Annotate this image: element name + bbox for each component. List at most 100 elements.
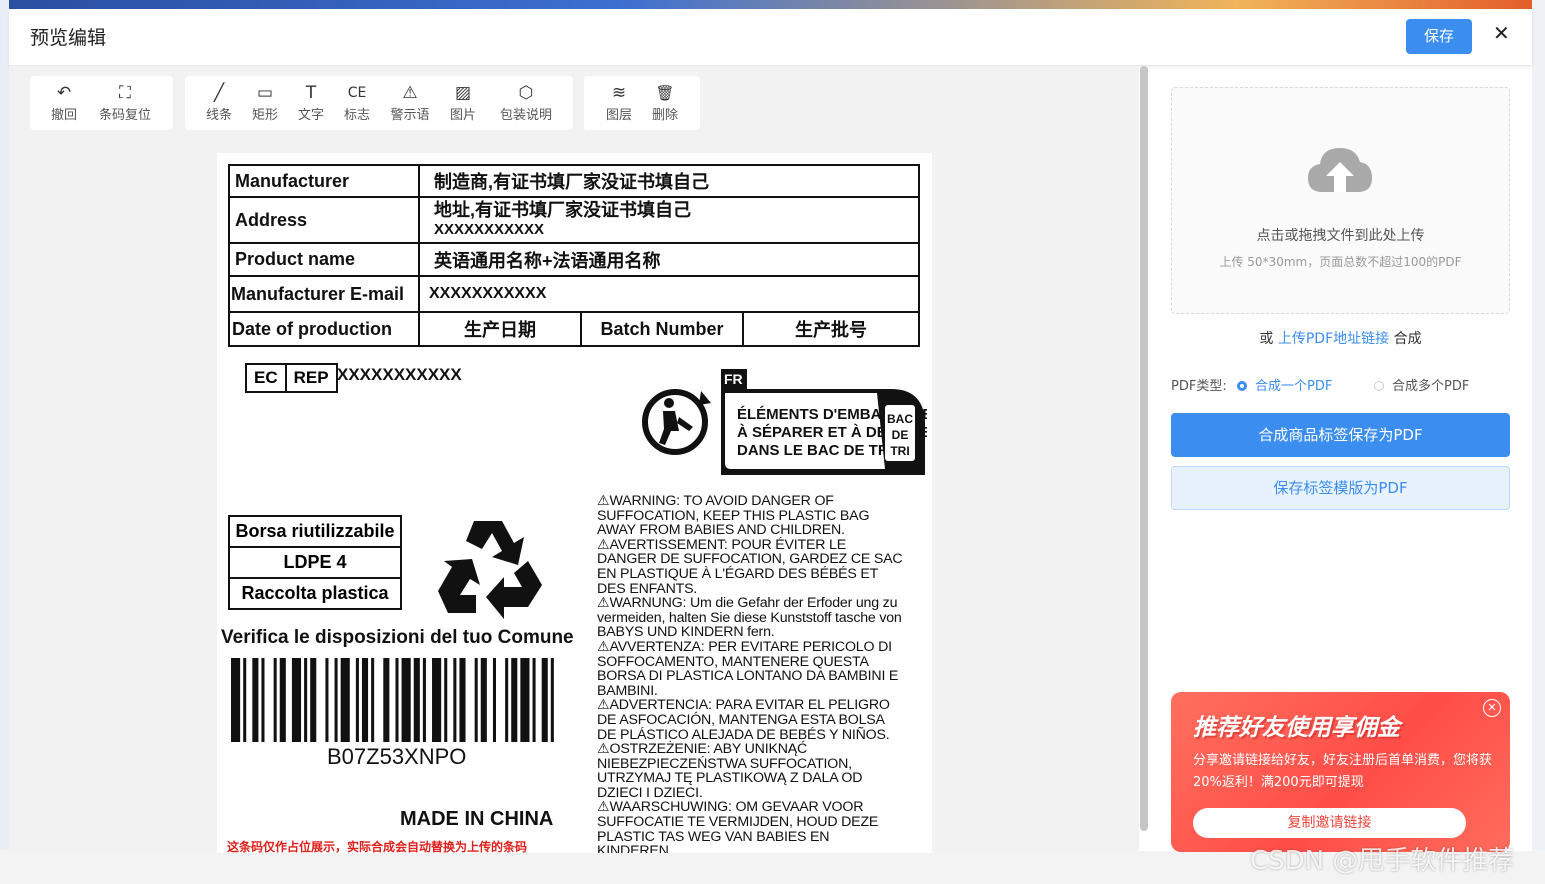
close-icon[interactable]: ✕ bbox=[1493, 21, 1510, 45]
barcode-bar bbox=[310, 658, 317, 742]
warning-line: ⚠AVERTISSEMENT: POUR ÉVITER LE bbox=[597, 536, 847, 553]
tool-label: 矩形 bbox=[251, 108, 278, 123]
warning-line: PLASTIC TAS WEG VAN BABIES EN bbox=[597, 828, 830, 845]
warning-line: BABYS UND KINDERN fern. bbox=[597, 624, 775, 641]
barcode-bar bbox=[340, 658, 350, 742]
barcode-bar bbox=[243, 658, 247, 742]
triman-fr: FR bbox=[724, 371, 743, 387]
verifica-text: Verifica le disposizioni del tuo Comune bbox=[221, 627, 574, 648]
upload-pdf-url-link[interactable]: 上传PDF地址链接 bbox=[1278, 331, 1389, 347]
radio-checked-icon bbox=[1237, 381, 1247, 391]
copy-invite-link-button[interactable]: 复制邀请链接 bbox=[1193, 808, 1466, 838]
made-in-text: MADE IN CHINA bbox=[400, 808, 554, 830]
tool-label: 图层 bbox=[605, 108, 632, 123]
tool-layers[interactable]: ≋ 图层 bbox=[598, 82, 640, 123]
borsa-table: Borsa riutilizzabile LDPE 4 Raccolta pla… bbox=[228, 515, 402, 610]
tool-package[interactable]: ⬡ 包装说明 bbox=[489, 82, 563, 123]
pdf-upload-dropzone[interactable]: 点击或拖拽文件到此处上传 上传 50*30mm，页面总数不超过100的PDF bbox=[1171, 87, 1510, 314]
upload-main-text: 点击或拖拽文件到此处上传 bbox=[1256, 228, 1425, 244]
warning-line: DE ASFOCACIÓN, MANTENGA ESTA BOLSA bbox=[597, 711, 885, 728]
tool-label: 线条 bbox=[205, 108, 232, 123]
barcode-bar bbox=[361, 658, 369, 742]
layers-icon: ≋ bbox=[611, 83, 627, 103]
label-info-table: Manufacturer 制造商,有证书填厂家没证书填自己 Address 地址… bbox=[228, 164, 920, 347]
barcode-bar bbox=[273, 658, 277, 742]
barcode-bar bbox=[291, 658, 302, 742]
save-button[interactable]: 保存 bbox=[1406, 19, 1472, 54]
label-canvas[interactable]: Manufacturer 制造商,有证书填厂家没证书填自己 Address 地址… bbox=[217, 153, 932, 853]
triman-line3: DANS LE BAC DE TRI bbox=[737, 442, 893, 459]
bin-text-2: DE bbox=[892, 428, 909, 442]
tool-barcode-reset[interactable]: ⛶ 条码复位 bbox=[90, 82, 160, 123]
barcode-bar bbox=[325, 658, 329, 742]
editor-scrollbar[interactable] bbox=[1140, 66, 1148, 831]
barcode-bar bbox=[541, 658, 548, 742]
manufacturer-key: Manufacturer bbox=[228, 164, 420, 198]
barcode-image[interactable] bbox=[231, 658, 563, 742]
warning-line: ⚠WARNING: TO AVOID DANGER OF bbox=[597, 493, 834, 509]
barcode-bar bbox=[355, 658, 359, 742]
save-template-pdf-button[interactable]: 保存标签模版为PDF bbox=[1171, 466, 1510, 510]
product-name-value: 英语通用名称+法语通用名称 bbox=[418, 242, 920, 277]
warning-line: DZIECI I DZIECI. bbox=[597, 784, 703, 801]
tool-mark[interactable]: CE 标志 bbox=[337, 82, 377, 123]
tool-label: 包装说明 bbox=[499, 108, 552, 123]
barcode-bar bbox=[422, 658, 426, 742]
warning-line: DE PLÁSTICO ALEJADA DE BEBÉS Y NIÑOS. bbox=[597, 726, 890, 743]
trash-icon: 🗑 bbox=[655, 84, 675, 102]
warning-line: SOFFOCAMENTO, MANTENERE QUESTA bbox=[597, 653, 869, 670]
barcode-bar bbox=[334, 658, 338, 742]
toolbar-group-history: ↶ 撤回 ⛶ 条码复位 bbox=[30, 76, 173, 130]
warning-line: vermeiden, halten Sie diese Kunststoff t… bbox=[597, 609, 902, 626]
bin-text-1: BAC bbox=[887, 412, 913, 426]
recycle-icon bbox=[438, 521, 542, 619]
warning-line: BORSA DI PLASTICA LONTANO DA BAMBINI E bbox=[597, 668, 899, 685]
ec-rep-value: XXXXXXXXXXX bbox=[337, 365, 462, 384]
borsa-line-2: LDPE 4 bbox=[228, 546, 402, 579]
barcode-bar bbox=[474, 658, 478, 742]
barcode-bar bbox=[453, 658, 457, 742]
barcode-bar bbox=[550, 658, 554, 742]
compose-text: 合成 bbox=[1393, 331, 1422, 347]
tool-label: 删除 bbox=[651, 108, 678, 123]
barcode-bar bbox=[231, 658, 241, 742]
warning-icon: ⚠ bbox=[402, 83, 418, 103]
promo-close-icon[interactable]: ✕ bbox=[1483, 699, 1501, 717]
tool-line[interactable]: ╱ 线条 bbox=[199, 82, 239, 123]
tool-rectangle[interactable]: ▭ 矩形 bbox=[245, 82, 285, 123]
warning-text-block: ⚠WARNING: TO AVOID DANGER OF SUFFOCATION,… bbox=[597, 494, 927, 853]
tool-image[interactable]: ▨ 图片 bbox=[443, 82, 483, 123]
manufacturer-value: 制造商,有证书填厂家没证书填自己 bbox=[418, 164, 920, 198]
promo-title: 推荐好友使用享佣金 bbox=[1193, 715, 1400, 741]
warning-line: UTRZYMAJ TĘ PLASTIKOWĄ Z DALA OD bbox=[597, 770, 863, 787]
date-value: 生产日期 bbox=[418, 311, 582, 347]
barcode-bar bbox=[492, 658, 496, 742]
barcode-bar bbox=[511, 658, 518, 742]
radio-multi-pdf[interactable]: 合成多个PDF bbox=[1374, 375, 1469, 394]
barcode-bar bbox=[371, 658, 375, 742]
referral-promo-card: 推荐好友使用享佣金 ✕ 分享邀请链接给好友，好友注册后首单消费，您将获20%返利… bbox=[1171, 692, 1510, 852]
ec-rep-mark: EC REP bbox=[245, 363, 338, 393]
tool-label: 条码复位 bbox=[98, 108, 151, 123]
warning-line: ⚠ADVERTENCIA: PARA EVITAR EL PELIGRO bbox=[597, 697, 890, 714]
tool-delete[interactable]: 🗑 删除 bbox=[644, 82, 686, 123]
barcode-reset-icon: ⛶ bbox=[119, 83, 131, 103]
editor-area: ↶ 撤回 ⛶ 条码复位 ╱ 线条 ▭ 矩形 T 文字 CE 标志 ⚠ 警示语 ▨… bbox=[9, 66, 1139, 853]
barcode-bar bbox=[395, 658, 399, 742]
radio-label: 合成多个PDF bbox=[1392, 379, 1470, 394]
warning-line: KINDEREN. bbox=[597, 843, 673, 853]
address-value: 地址,有证书填厂家没证书填自己 XXXXXXXXXXX bbox=[418, 196, 920, 244]
radio-single-pdf[interactable]: 合成一个PDF bbox=[1237, 375, 1332, 394]
warning-line: NIEBEZPIECZEŃSTWA SUFFOCATION, bbox=[597, 755, 852, 772]
tool-warning[interactable]: ⚠ 警示语 bbox=[383, 82, 437, 123]
tool-undo[interactable]: ↶ 撤回 bbox=[44, 82, 84, 123]
warning-line: ⚠OSTRZEŻENIE: ABY UNIKNĄĆ bbox=[597, 741, 808, 758]
barcode-bar bbox=[505, 658, 509, 742]
line-icon: ╱ bbox=[213, 83, 225, 103]
ec-text: EC bbox=[254, 368, 278, 387]
radio-unchecked-icon bbox=[1374, 381, 1384, 391]
compose-save-pdf-button[interactable]: 合成商品标签保存为PDF bbox=[1171, 413, 1510, 457]
barcode-bar bbox=[532, 658, 536, 742]
tool-text[interactable]: T 文字 bbox=[291, 82, 331, 123]
warning-line: DANGER DE SUFFOCATION, GARDEZ CE SAC bbox=[597, 551, 903, 568]
